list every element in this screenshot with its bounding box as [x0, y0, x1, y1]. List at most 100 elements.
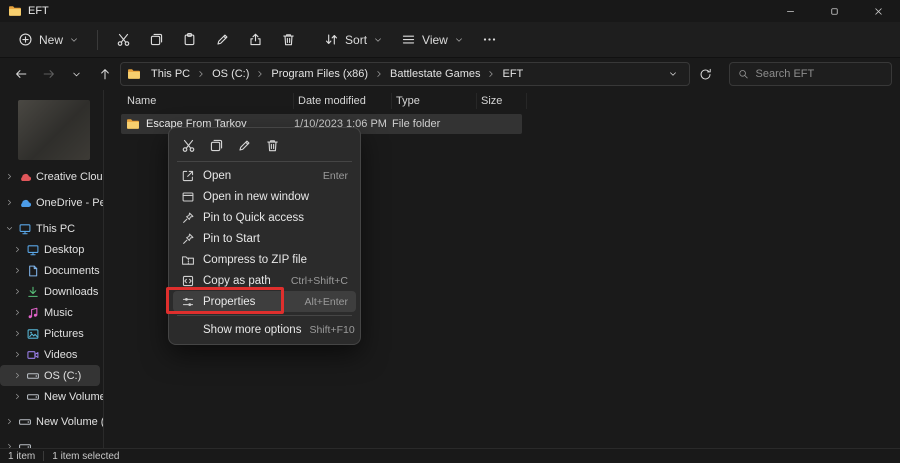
menu-item-shortcut: Alt+Enter — [304, 295, 348, 308]
maximize-button[interactable] — [812, 0, 856, 22]
sidebar-item-desktop[interactable]: Desktop — [0, 239, 103, 260]
column-header-size[interactable]: Size — [477, 93, 527, 109]
sidebar-item-this-pc[interactable]: This PC — [0, 218, 103, 239]
sidebar-item-label: Desktop — [44, 243, 85, 256]
see-more-dots-icon — [482, 32, 497, 47]
address-bar[interactable]: This PC OS (C:) Program Files (x86) Batt… — [120, 62, 690, 86]
file-type: File folder — [392, 118, 441, 130]
arrow-up-icon — [98, 67, 112, 81]
video-icon — [26, 348, 40, 362]
address-dropdown-button[interactable] — [663, 64, 683, 84]
search-input[interactable] — [755, 68, 883, 80]
column-header-date-modified[interactable]: Date modified — [294, 93, 392, 109]
chevron-right-icon — [5, 417, 14, 426]
menu-item-label: Pin to Start — [203, 232, 260, 245]
pin-icon — [181, 232, 195, 246]
sort-button[interactable]: Sort — [316, 27, 391, 52]
share-button[interactable] — [240, 27, 271, 52]
menu-item-copy-as-path[interactable]: Copy as path Ctrl+Shift+C — [173, 270, 356, 291]
search-icon — [738, 68, 749, 80]
rename-button[interactable] — [231, 133, 258, 157]
forward-button[interactable] — [36, 62, 61, 87]
recent-locations-button[interactable] — [64, 62, 89, 87]
chevron-right-icon — [13, 308, 22, 317]
chevron-right-icon — [196, 69, 206, 79]
sidebar-item-pictures[interactable]: Pictures — [0, 323, 103, 344]
paste-button[interactable] — [174, 27, 205, 52]
sidebar-item-creative-cloud[interactable]: Creative Cloud F — [0, 166, 103, 187]
column-header-name[interactable]: Name — [104, 93, 294, 109]
see-more-button[interactable] — [474, 27, 505, 52]
file-explorer-window: EFT New Sort View This PC OS (C:) Progra… — [0, 0, 900, 463]
copy-icon — [149, 32, 164, 47]
drive-icon — [18, 440, 32, 449]
open-icon — [181, 169, 195, 183]
sidebar-item-videos[interactable]: Videos — [0, 344, 103, 365]
status-bar: 1 item 1 item selected — [0, 448, 900, 463]
chevron-right-icon — [13, 329, 22, 338]
cut-button[interactable] — [108, 27, 139, 52]
delete-button[interactable] — [273, 27, 304, 52]
zip-folder-icon — [181, 253, 195, 267]
breadcrumb-item-battlestate-games[interactable]: Battlestate Games — [385, 66, 486, 82]
sidebar-item-new-volume-d-sub[interactable]: New Volume (D — [0, 386, 103, 407]
close-icon — [873, 6, 884, 17]
menu-item-pin-to-start[interactable]: Pin to Start — [173, 228, 356, 249]
chevron-right-icon — [13, 392, 22, 401]
drive-icon — [26, 369, 40, 383]
sidebar-item-os-c[interactable]: OS (C:) — [0, 365, 100, 386]
chevron-right-icon — [255, 69, 265, 79]
menu-item-open[interactable]: Open Enter — [173, 165, 356, 186]
sidebar-item-music[interactable]: Music — [0, 302, 103, 323]
sidebar-item-clipped[interactable] — [0, 436, 103, 448]
cut-button[interactable] — [175, 133, 202, 157]
menu-item-pin-to-quick-access[interactable]: Pin to Quick access — [173, 207, 356, 228]
back-button[interactable] — [8, 62, 33, 87]
breadcrumb-item-program-files-x86[interactable]: Program Files (x86) — [266, 66, 373, 82]
plus-circle-icon — [18, 32, 33, 47]
menu-item-label: Show more options — [203, 323, 302, 336]
music-note-icon — [26, 306, 40, 320]
copy-path-icon — [181, 274, 195, 288]
sidebar-item-label: New Volume (D — [44, 390, 103, 403]
breadcrumb-item-eft[interactable]: EFT — [497, 66, 528, 82]
menu-item-shortcut: Shift+F10 — [309, 323, 355, 336]
chevron-right-icon — [486, 69, 496, 79]
properties-icon — [181, 295, 195, 309]
menu-item-properties[interactable]: Properties Alt+Enter — [173, 291, 356, 312]
chevron-down-icon — [69, 35, 79, 45]
close-button[interactable] — [856, 0, 900, 22]
copy-button[interactable] — [141, 27, 172, 52]
download-icon — [26, 285, 40, 299]
delete-button[interactable] — [259, 133, 286, 157]
up-button[interactable] — [92, 62, 117, 87]
copy-button[interactable] — [203, 133, 230, 157]
picture-icon — [26, 327, 40, 341]
context-menu-quick-actions — [173, 132, 356, 158]
menu-item-label: Pin to Quick access — [203, 211, 304, 224]
view-button[interactable]: View — [393, 27, 472, 52]
chevron-right-icon — [13, 245, 22, 254]
menu-item-label: Properties — [203, 295, 256, 308]
column-header-type[interactable]: Type — [392, 93, 477, 109]
minimize-button[interactable] — [768, 0, 812, 22]
refresh-button[interactable] — [693, 62, 718, 87]
view-label: View — [422, 32, 448, 47]
new-button[interactable]: New — [10, 27, 87, 52]
sidebar-item-new-volume-d[interactable]: New Volume (D:) — [0, 411, 103, 432]
sidebar-item-onedrive[interactable]: OneDrive - Perso — [0, 192, 103, 213]
sidebar-item-label: Music — [44, 306, 73, 319]
sidebar-item-downloads[interactable]: Downloads — [0, 281, 103, 302]
sidebar-item-label: New Volume (D:) — [36, 415, 103, 428]
menu-item-open-in-new-window[interactable]: Open in new window — [173, 186, 356, 207]
rename-button[interactable] — [207, 27, 238, 52]
new-label: New — [39, 32, 64, 47]
breadcrumb-item-this-pc[interactable]: This PC — [146, 66, 195, 82]
menu-item-compress-to-zip[interactable]: Compress to ZIP file — [173, 249, 356, 270]
status-selection: 1 item selected — [52, 450, 120, 462]
sidebar-item-documents[interactable]: Documents — [0, 260, 103, 281]
menu-item-show-more-options[interactable]: Show more options Shift+F10 — [173, 319, 356, 340]
status-items-count: 1 item — [8, 450, 36, 462]
chevron-right-icon — [374, 69, 384, 79]
breadcrumb-item-os-c[interactable]: OS (C:) — [207, 66, 254, 82]
